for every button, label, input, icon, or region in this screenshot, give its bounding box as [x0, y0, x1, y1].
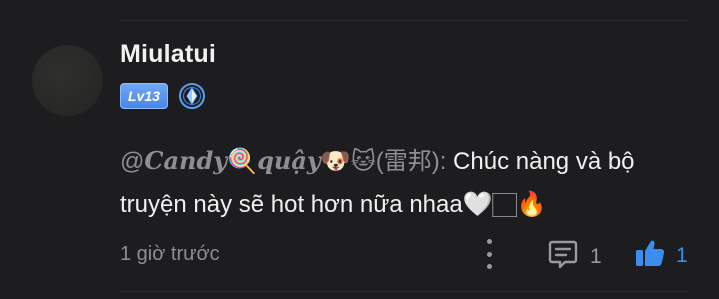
- animal-emojis: 🐶🐱: [320, 147, 376, 175]
- mention[interactable]: @Candy🍭quậy🐶🐱(雷邦):: [120, 146, 447, 175]
- more-vertical-icon[interactable]: [482, 239, 496, 269]
- comment-card: Miulatui Lv13 @Candy🍭quậy🐶🐱(雷邦): Chúc nà…: [0, 0, 719, 299]
- ending-emojis: 🤍🏻🔥: [462, 190, 547, 218]
- like-count: 1: [676, 243, 688, 267]
- avatar[interactable]: [32, 45, 103, 116]
- comment-text-line2: truyện này sẽ hot hơn nữa nhaa: [120, 191, 463, 218]
- reply-count: 1: [590, 244, 602, 268]
- user-badges: Lv13: [120, 82, 206, 110]
- timestamp: 1 giờ trước: [120, 242, 220, 265]
- comment-text-line1: Chúc nàng và bộ: [446, 148, 635, 175]
- mention-tag: (雷邦):: [375, 148, 447, 175]
- username[interactable]: Miulatui: [120, 40, 216, 69]
- lollipop-emoji: 🍭: [227, 147, 258, 175]
- divider: [120, 291, 689, 292]
- mention-name: Candy: [144, 146, 228, 175]
- thumbs-up-icon: [634, 237, 666, 274]
- divider: [120, 20, 689, 21]
- diamond-rank-icon: [178, 82, 206, 110]
- comment-footer: 1 giờ trước 1 1: [120, 237, 689, 271]
- like-button[interactable]: 1: [634, 237, 688, 274]
- mention-at: @: [120, 148, 145, 175]
- comment-body: @Candy🍭quậy🐶🐱(雷邦): Chúc nàng và bộ truyệ…: [120, 140, 680, 226]
- mention-name-2: quậy: [257, 146, 321, 175]
- reply-button[interactable]: 1: [546, 237, 602, 276]
- level-badge: Lv13: [120, 83, 168, 109]
- comment-icon: [546, 237, 580, 276]
